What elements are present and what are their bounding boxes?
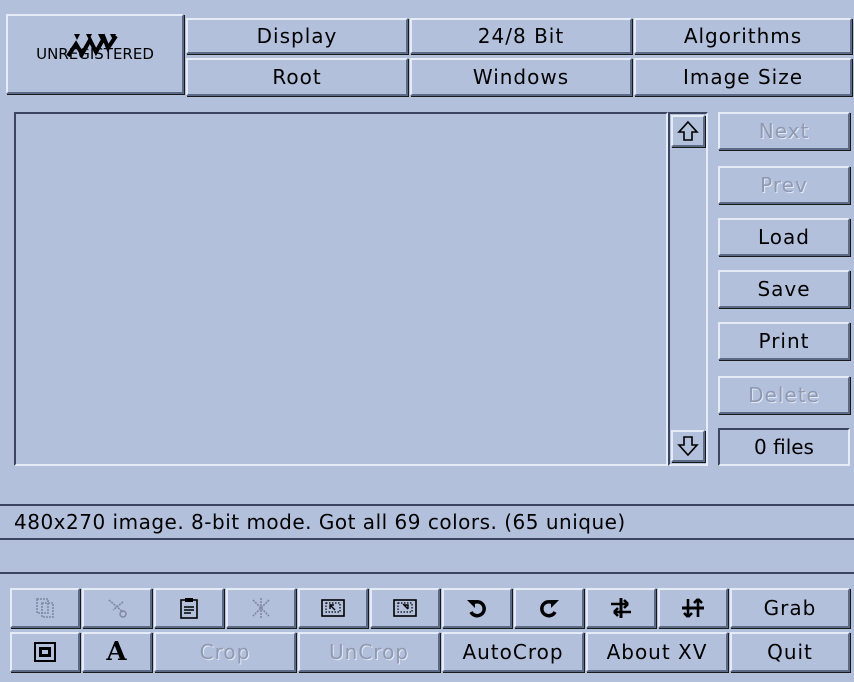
cut-icon <box>108 599 127 618</box>
algorithms-menu-button[interactable]: Algorithms <box>634 18 852 54</box>
scroll-down-icon <box>677 436 699 457</box>
autocrop-button[interactable]: AutoCrop <box>442 632 584 672</box>
quit-button[interactable]: Quit <box>730 632 850 672</box>
rotate-left-button[interactable] <box>442 588 512 628</box>
scroll-up-button[interactable] <box>671 115 705 147</box>
cut-button[interactable] <box>82 588 152 628</box>
info-button[interactable] <box>10 632 80 672</box>
scroll-down-button[interactable] <box>671 430 705 462</box>
flip-horizontal-button[interactable] <box>586 588 656 628</box>
scroll-up-icon <box>677 120 699 141</box>
image-size-menu-button[interactable]: Image Size <box>634 58 852 96</box>
next-button[interactable]: Next <box>718 112 850 150</box>
clear-icon <box>252 598 270 618</box>
print-button[interactable]: Print <box>718 322 850 360</box>
windows-menu-button[interactable]: Windows <box>410 58 632 96</box>
clear-button[interactable] <box>226 588 296 628</box>
status-line: 480x270 image. 8-bit mode. Got all 69 co… <box>14 510 626 534</box>
file-list[interactable] <box>14 112 668 466</box>
paste-icon <box>180 598 198 619</box>
crop-button[interactable]: Crop <box>154 632 296 672</box>
copy-icon <box>36 598 54 618</box>
load-button[interactable]: Load <box>718 218 850 256</box>
xv-logo-button[interactable]: UNREGISTERED <box>6 14 184 94</box>
uncrop-button[interactable]: UnCrop <box>298 632 440 672</box>
scrollbar[interactable] <box>668 112 708 466</box>
flip-vertical-icon <box>682 598 704 618</box>
flip-vertical-button[interactable] <box>658 588 728 628</box>
text-button[interactable]: A <box>82 632 152 672</box>
grab-button[interactable]: Grab <box>730 588 850 628</box>
rotate-right-icon <box>540 599 559 618</box>
annotate-icon <box>393 599 417 617</box>
prev-button[interactable]: Prev <box>718 166 850 204</box>
delete-button[interactable]: Delete <box>718 376 850 414</box>
file-count-label: 0 files <box>754 435 814 459</box>
flip-horizontal-icon <box>611 598 631 618</box>
rotate-right-button[interactable] <box>514 588 584 628</box>
display-menu-button[interactable]: Display <box>186 18 408 54</box>
file-count: 0 files <box>718 428 850 466</box>
info-icon <box>34 642 56 662</box>
rotate-left-icon <box>467 599 486 618</box>
pad-icon <box>321 599 345 617</box>
copy-button[interactable] <box>10 588 80 628</box>
save-button[interactable]: Save <box>718 270 850 308</box>
bit-menu-button[interactable]: 24/8 Bit <box>410 18 632 54</box>
about-button[interactable]: About XV <box>586 632 728 672</box>
pad-button[interactable] <box>298 588 368 628</box>
text-icon: A <box>106 637 128 667</box>
annotate-button[interactable] <box>370 588 440 628</box>
logo-text: UNREGISTERED <box>36 45 154 63</box>
root-menu-button[interactable]: Root <box>186 58 408 96</box>
paste-button[interactable] <box>154 588 224 628</box>
